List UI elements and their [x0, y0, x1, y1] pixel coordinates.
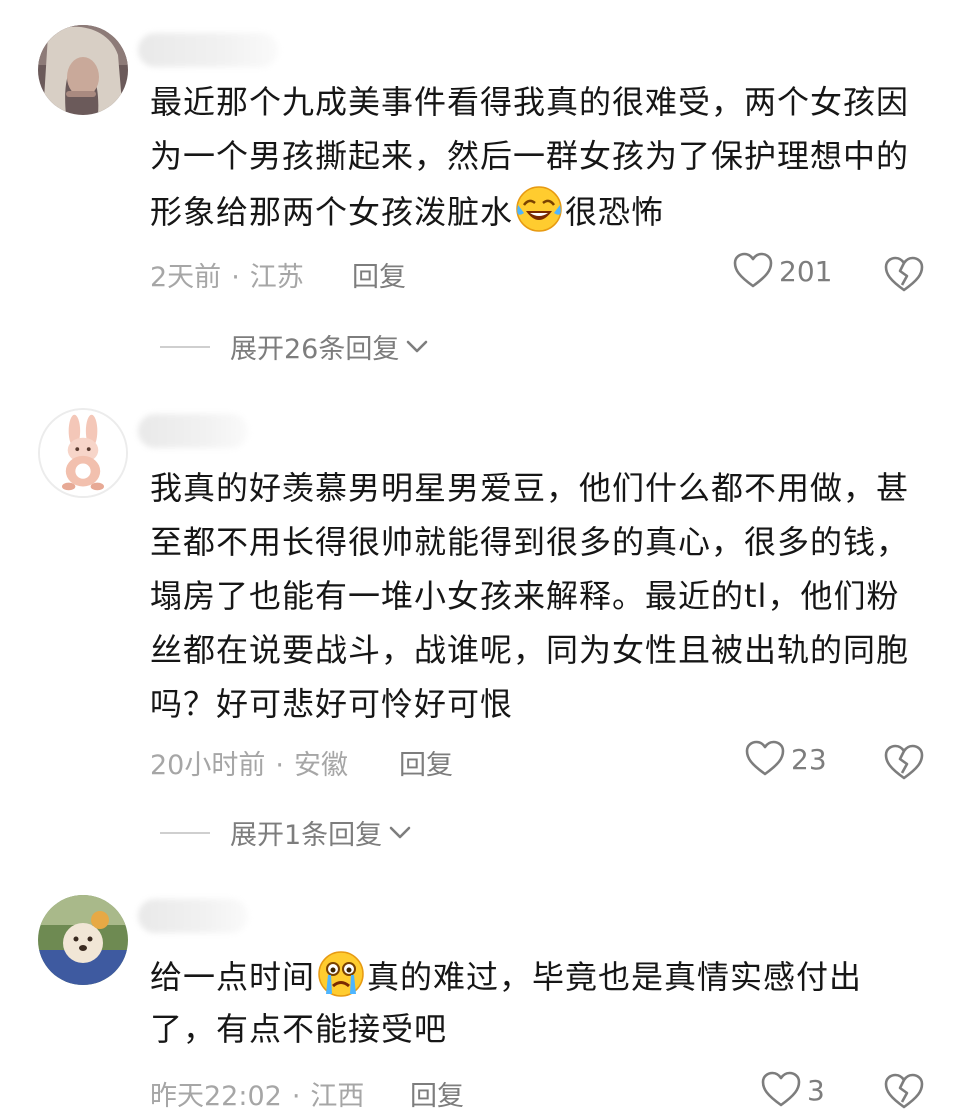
comment-time: 昨天22:02 [150, 1081, 282, 1112]
bunny-plush-avatar-icon [40, 410, 126, 496]
dog-photo-avatar-icon [38, 895, 128, 985]
reply-button[interactable]: 回复 [352, 255, 406, 294]
comment-text: 给一点时间 真的难过，毕竟也是真情实感付出 了，有点不能接受吧 [150, 948, 920, 1056]
avatar[interactable] [38, 408, 128, 498]
broken-heart-icon[interactable] [884, 742, 924, 782]
laughing-crying-emoji-icon [516, 186, 562, 232]
comment-time: 2天前 [150, 262, 222, 293]
divider [160, 345, 210, 348]
reply-button[interactable]: 回复 [399, 743, 453, 782]
divider [160, 831, 210, 834]
comment-location: 安徽 [293, 750, 348, 781]
username-redacted [138, 899, 248, 933]
reply-button[interactable]: 回复 [410, 1074, 464, 1113]
comment-meta: 2天前 · 江苏 [150, 262, 304, 293]
like-button[interactable]: 3 [761, 1071, 825, 1109]
username-redacted [138, 414, 248, 448]
like-count: 201 [779, 254, 833, 288]
comment-text: 最近那个九成美事件看得我真的很难受，两个女孩因 为一个男孩撕起来，然后一群女孩为… [150, 83, 910, 232]
comment-text: 我真的好羡慕男明星男爱豆，他们什么都不用做，甚 至都不用长得很帅就能得到很多的真… [150, 469, 910, 723]
like-button[interactable]: 201 [733, 252, 832, 290]
heart-icon [733, 252, 773, 288]
broken-heart-icon[interactable] [884, 1071, 924, 1111]
comment-meta: 昨天22:02 · 江西 [150, 1081, 365, 1112]
heart-icon [745, 740, 785, 776]
avatar[interactable] [38, 895, 128, 985]
comment-location: 江苏 [249, 262, 304, 293]
chevron-down-icon [389, 826, 411, 838]
comment-time: 20小时前 [150, 750, 266, 781]
avatar[interactable] [38, 25, 128, 115]
expand-replies-button[interactable]: 展开26条回复 [160, 327, 429, 366]
like-button[interactable]: 23 [745, 740, 827, 778]
heart-icon [761, 1071, 801, 1107]
like-count: 3 [807, 1073, 825, 1107]
username-redacted [138, 33, 278, 67]
comment-meta: 20小时前 · 安徽 [150, 750, 348, 781]
like-count: 23 [791, 742, 827, 776]
broken-heart-icon[interactable] [884, 254, 924, 294]
comment-location: 江西 [310, 1081, 365, 1112]
crying-emoji-icon [318, 951, 364, 997]
user-avatar-photo-icon [38, 25, 128, 115]
chevron-down-icon [407, 340, 428, 352]
expand-replies-button[interactable]: 展开1条回复 [160, 813, 412, 852]
